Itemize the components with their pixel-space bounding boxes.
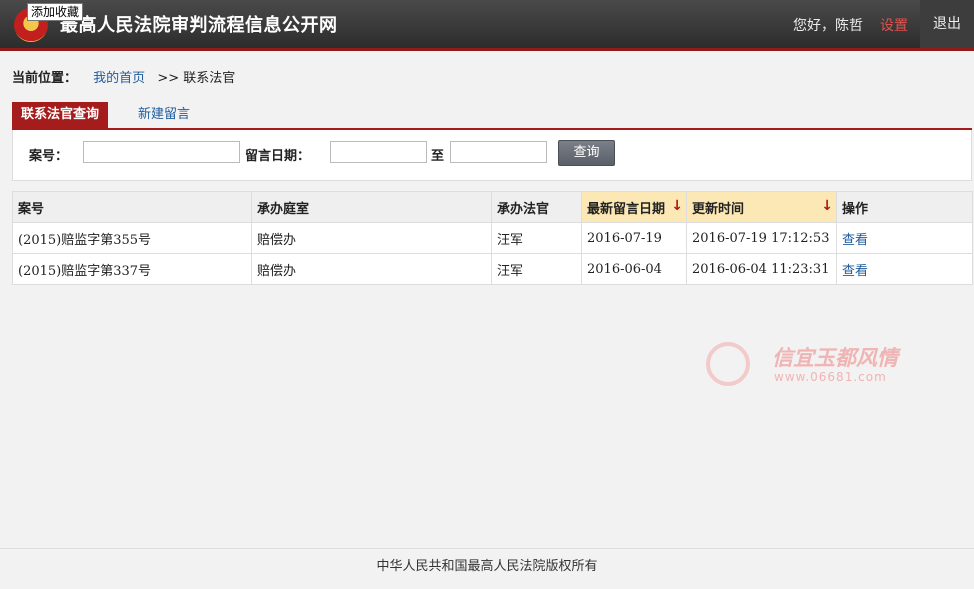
query-button[interactable]: 查询 [558, 140, 615, 166]
cell-department: 赔偿办 [251, 222, 492, 254]
tab-bar: 联系法官查询 新建留言 [12, 102, 972, 130]
column-header-action: 操作 [836, 191, 973, 223]
watermark: 信宜玉都风情 www.06681.com [706, 340, 926, 390]
case-number-label: 案号： [29, 149, 69, 164]
breadcrumb: 当前位置： 我的首页 >> 联系法官 [12, 67, 235, 86]
footer-copyright: 中华人民共和国最高人民法院版权所有 [376, 559, 598, 574]
footer: 中华人民共和国最高人民法院版权所有 [0, 548, 974, 589]
cell-updated-time: 2016-06-04 11:23:31 [686, 253, 837, 285]
column-header-updated-time[interactable]: 更新时间 ↓ [686, 191, 837, 223]
cell-judge: 汪军 [491, 253, 582, 285]
column-header-case-no[interactable]: 案号 [12, 191, 252, 223]
column-header-last-message-date[interactable]: 最新留言日期 ↓ [581, 191, 687, 223]
view-link[interactable]: 查看 [836, 222, 973, 254]
table-row: (2015)赔监字第337号 赔偿办 汪军 2016-06-04 2016-06… [12, 253, 973, 285]
bookmark-tooltip: 添加收藏 [27, 3, 84, 21]
column-header-department[interactable]: 承办庭室 [251, 191, 492, 223]
tab-contact-judge-query[interactable]: 联系法官查询 [12, 102, 109, 128]
breadcrumb-label: 当前位置： [12, 71, 78, 86]
view-link[interactable]: 查看 [836, 253, 973, 285]
message-date-label: 留言日期： [245, 149, 311, 164]
user-greeting: 您好，陈哲 [793, 18, 863, 34]
cell-department: 赔偿办 [251, 253, 492, 285]
date-to-input[interactable] [450, 141, 547, 163]
arrow-down-icon[interactable]: ↓ [821, 198, 833, 214]
breadcrumb-separator: >> [157, 71, 180, 86]
settings-link[interactable]: 设置 [880, 15, 908, 35]
top-bar: 最高人民法院审判流程信息公开网 您好，陈哲 设置 退出 [0, 0, 974, 51]
date-to-label: 至 [431, 149, 445, 164]
column-header-label: 最新留言日期 [587, 201, 666, 217]
cell-updated-time: 2016-07-19 17:12:53 [686, 222, 837, 254]
search-form: 案号： 留言日期： 至 查询 [12, 130, 972, 181]
table-header-row: 案号 承办庭室 承办法官 最新留言日期 ↓ 更新时间 ↓ 操作 [12, 191, 973, 223]
tab-new-message[interactable]: 新建留言 [138, 102, 190, 128]
site-title[interactable]: 最高人民法院审判流程信息公开网 [60, 11, 338, 37]
cell-judge: 汪军 [491, 222, 582, 254]
cell-last-message-date: 2016-06-04 [581, 253, 687, 285]
watermark-url: www.06681.com [774, 370, 887, 384]
cell-last-message-date: 2016-07-19 [581, 222, 687, 254]
logout-button[interactable]: 退出 [920, 0, 974, 48]
column-header-label: 更新时间 [692, 201, 745, 217]
watermark-title: 信宜玉都风情 [772, 345, 898, 370]
date-from-input[interactable] [330, 141, 427, 163]
case-number-input[interactable] [83, 141, 240, 163]
cell-case-no: (2015)赔监字第355号 [12, 222, 252, 254]
watermark-logo-icon [706, 342, 750, 386]
cell-case-no: (2015)赔监字第337号 [12, 253, 252, 285]
breadcrumb-current: 联系法官 [183, 71, 236, 86]
table-row: (2015)赔监字第355号 赔偿办 汪军 2016-07-19 2016-07… [12, 222, 973, 254]
arrow-down-icon[interactable]: ↓ [671, 198, 683, 214]
column-header-judge[interactable]: 承办法官 [491, 191, 582, 223]
breadcrumb-home-link[interactable]: 我的首页 [93, 71, 145, 86]
results-table: 案号 承办庭室 承办法官 最新留言日期 ↓ 更新时间 ↓ 操作 (2015)赔监… [12, 191, 973, 285]
